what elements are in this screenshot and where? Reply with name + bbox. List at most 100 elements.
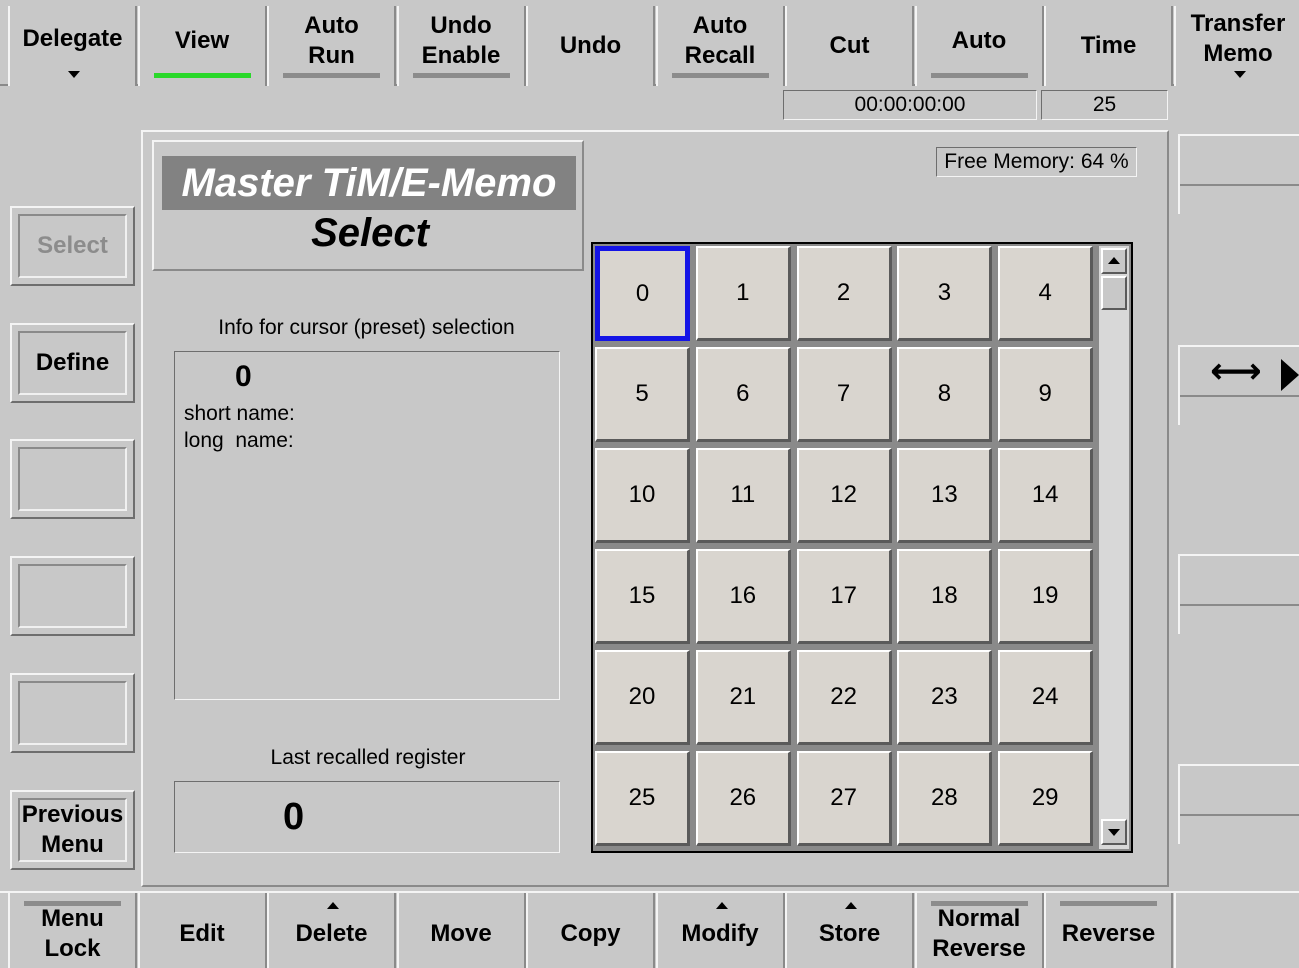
bottom-menu-label: Move <box>430 919 492 947</box>
button-frame <box>18 681 127 745</box>
frames-field: 25 <box>1041 90 1168 120</box>
register-grid: 0 1 2 3 4 5 6 7 8 9 10 11 12 13 14 15 16 17 18 19 20 21 22 23 24… <box>591 242 1133 853</box>
scroll-thumb[interactable] <box>1101 276 1127 310</box>
register-button-18[interactable]: 18 <box>897 549 993 644</box>
register-button-14[interactable]: 14 <box>998 448 1094 543</box>
right-slot-transfer[interactable]: ⟷ <box>1178 345 1299 425</box>
register-button-19[interactable]: 19 <box>998 549 1094 644</box>
scrollbar[interactable] <box>1099 246 1129 849</box>
register-button-21[interactable]: 21 <box>695 650 791 745</box>
arrow-down-icon <box>1108 829 1120 836</box>
left-menu-define-button[interactable]: Define <box>10 323 135 403</box>
top-menu-delegate-button[interactable]: Delegate <box>8 6 137 86</box>
left-menu-select-button[interactable]: Select <box>10 206 135 286</box>
register-button-26[interactable]: 26 <box>695 751 791 846</box>
toggle-indicator <box>283 73 380 78</box>
register-button-7[interactable]: 7 <box>796 347 892 442</box>
top-menu-undo-enable-button[interactable]: Undo Enable <box>396 6 526 86</box>
top-menu-time-button[interactable]: Time <box>1044 6 1173 86</box>
top-menu-label: Auto <box>951 27 1007 54</box>
register-button-9[interactable]: 9 <box>998 347 1094 442</box>
right-slot-1[interactable] <box>1178 134 1299 214</box>
bottom-menu-normal-reverse-button[interactable]: Normal Reverse <box>914 893 1044 968</box>
info-register: 0 <box>235 360 252 393</box>
left-menu-label: Select <box>37 232 108 259</box>
bottom-menu-edit-button[interactable]: Edit <box>137 893 267 968</box>
top-menu-view-button[interactable]: View <box>137 6 267 86</box>
register-button-2[interactable]: 2 <box>796 246 892 341</box>
register-button-23[interactable]: 23 <box>897 650 993 745</box>
register-button-3[interactable]: 3 <box>897 246 993 341</box>
timecode-field: 00:00:00:00 <box>783 90 1037 120</box>
top-menu-label: Auto Run <box>304 12 359 69</box>
left-menu-empty-button[interactable] <box>10 556 135 636</box>
active-indicator <box>153 73 251 78</box>
toggle-indicator <box>24 901 121 906</box>
top-menu-label: Time <box>1080 32 1137 59</box>
bottom-menu-label: Menu Lock <box>41 904 104 962</box>
bottom-menu-reverse-button[interactable]: Reverse <box>1044 893 1173 968</box>
last-recalled-value: 0 <box>283 796 305 838</box>
register-button-8[interactable]: 8 <box>897 347 993 442</box>
register-button-17[interactable]: 17 <box>796 549 892 644</box>
chevron-up-icon <box>715 902 728 909</box>
top-menu-auto-button[interactable]: Auto <box>914 6 1044 86</box>
top-menu-label: Delegate <box>22 25 123 52</box>
register-button-25[interactable]: 25 <box>595 751 690 846</box>
top-menu-auto-run-button[interactable]: Auto Run <box>267 6 396 86</box>
right-slot-3[interactable] <box>1178 554 1299 634</box>
top-menu-undo-button[interactable]: Undo <box>526 6 655 86</box>
register-button-10[interactable]: 10 <box>595 448 690 543</box>
top-menu-transfer-memo-button[interactable]: Transfer Memo <box>1173 6 1299 86</box>
left-menu-previous-menu-button[interactable]: Previous Menu <box>10 790 135 870</box>
chevron-down-icon <box>1233 71 1246 78</box>
title-line1: Master TiM/E-Memo <box>162 156 576 210</box>
register-button-27[interactable]: 27 <box>796 751 892 846</box>
top-menu-cut-button[interactable]: Cut <box>785 6 914 86</box>
register-button-20[interactable]: 20 <box>595 650 690 745</box>
register-button-6[interactable]: 6 <box>695 347 791 442</box>
bottom-menu-label: Modify <box>681 919 759 947</box>
bottom-menu-label: Store <box>818 919 881 947</box>
scroll-down-button[interactable] <box>1101 819 1127 845</box>
bottom-menu-delete-button[interactable]: Delete <box>267 893 396 968</box>
info-long-name: long name: <box>184 429 294 452</box>
register-button-4[interactable]: 4 <box>998 246 1094 341</box>
toggle-indicator <box>1060 901 1157 906</box>
arrow-up-icon <box>1108 257 1120 264</box>
register-button-0[interactable]: 0 <box>595 246 690 341</box>
bottom-menu-store-button[interactable]: Store <box>785 893 914 968</box>
last-recalled-heading: Last recalled register <box>270 746 466 769</box>
register-button-29[interactable]: 29 <box>998 751 1094 846</box>
register-button-22[interactable]: 22 <box>796 650 892 745</box>
register-button-16[interactable]: 16 <box>695 549 791 644</box>
bottom-menu-modify-button[interactable]: Modify <box>655 893 785 968</box>
register-button-15[interactable]: 15 <box>595 549 690 644</box>
bottom-menu-copy-button[interactable]: Copy <box>526 893 655 968</box>
register-button-1[interactable]: 1 <box>695 246 791 341</box>
bottom-menu-move-button[interactable]: Move <box>396 893 526 968</box>
left-menu-empty-button[interactable] <box>10 673 135 753</box>
right-slot-4[interactable] <box>1178 764 1299 844</box>
top-menu-label: Auto Recall <box>684 12 756 69</box>
info-box: 0 short name: long name: <box>174 351 560 700</box>
bottom-menu-empty-button[interactable] <box>1173 893 1299 968</box>
button-frame <box>18 447 127 511</box>
top-menu-auto-recall-button[interactable]: Auto Recall <box>655 6 785 86</box>
register-button-11[interactable]: 11 <box>695 448 791 543</box>
left-menu-label: Define <box>35 349 110 376</box>
top-menu-label: Undo <box>559 32 622 59</box>
bottom-menu-menu-lock-button[interactable]: Menu Lock <box>8 893 137 968</box>
scroll-up-button[interactable] <box>1101 248 1127 274</box>
register-button-24[interactable]: 24 <box>998 650 1094 745</box>
bottom-menu-label: Normal Reverse <box>932 904 1026 962</box>
register-button-13[interactable]: 13 <box>897 448 993 543</box>
toggle-indicator <box>930 901 1028 906</box>
left-menu-empty-button[interactable] <box>10 439 135 519</box>
register-button-5[interactable]: 5 <box>595 347 690 442</box>
register-button-28[interactable]: 28 <box>897 751 993 846</box>
register-button-12[interactable]: 12 <box>796 448 892 543</box>
toggle-indicator <box>671 73 769 78</box>
chevron-down-icon <box>68 71 80 78</box>
bottom-menu-label: Delete <box>295 919 368 947</box>
